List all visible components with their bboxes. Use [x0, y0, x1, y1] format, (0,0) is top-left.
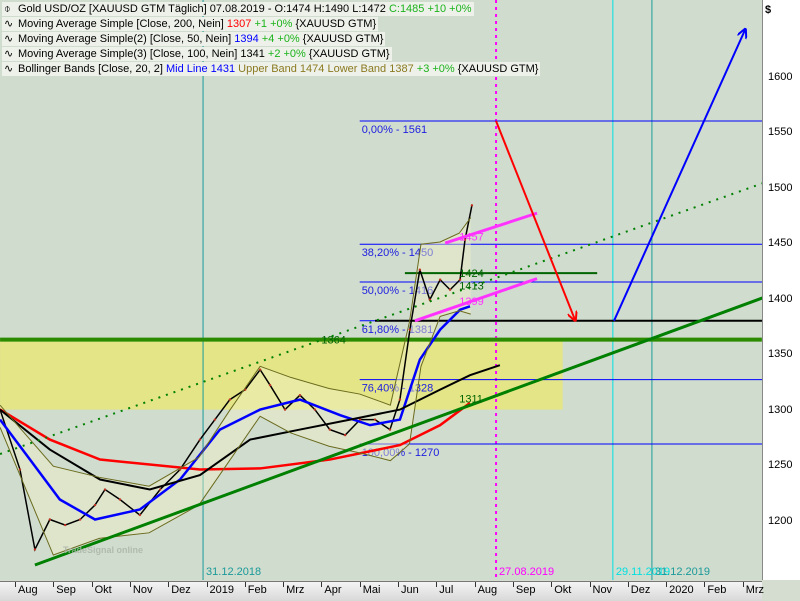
price-point — [448, 288, 452, 291]
y-tick-label: 1400 — [768, 292, 793, 305]
price-label: 1364 — [321, 335, 345, 347]
price-point — [343, 433, 347, 437]
price-point — [198, 438, 202, 441]
price-point — [328, 428, 332, 431]
vertical-line-label: 31.12.2019 — [655, 566, 710, 578]
price-point — [470, 204, 474, 207]
chart-canvas: 31.12.2018 27.08.2019 29.11.201931.12.2019… — [0, 0, 786, 580]
price-point — [228, 398, 232, 401]
y-tick-label: 1250 — [768, 459, 793, 472]
x-tick-label: Feb — [244, 582, 267, 596]
price-point — [78, 518, 82, 521]
x-tick-label: Jul — [436, 582, 454, 596]
price-point — [258, 368, 262, 371]
price-label: 1311 — [459, 394, 483, 406]
price-point — [268, 383, 272, 387]
x-tick-label: Sep — [512, 582, 536, 596]
price-point — [298, 393, 302, 397]
x-tick-label: Nov — [129, 582, 153, 596]
x-tick-label: Mai — [359, 582, 381, 596]
price-axis[interactable]: $ — [763, 0, 800, 580]
y-tick-label: 1350 — [768, 348, 793, 361]
y-tick-label: 1600 — [768, 70, 793, 83]
price-point — [93, 503, 97, 507]
price-point — [138, 513, 142, 517]
price-point — [118, 498, 122, 501]
price-point — [438, 278, 442, 281]
price-point — [18, 468, 22, 471]
price-point — [63, 523, 67, 527]
indicator-wave-icon: ∿ — [4, 48, 14, 60]
x-tick-label: Sep — [53, 582, 76, 596]
legend-ma50[interactable]: ∿ Moving Average Simple(2) [Close, 50, Ne… — [2, 32, 386, 46]
legend-ma200[interactable]: ∿ Moving Average Simple [Close, 200, Nein… — [2, 17, 379, 31]
price-point — [313, 408, 317, 411]
price-point — [103, 488, 107, 491]
vertical-line-label: 27.08.2019 — [499, 566, 554, 578]
x-tick-label: Okt — [551, 582, 572, 596]
legend-bollinger[interactable]: ∿ Bollinger Bands [Close, 20, 2] Mid Line… — [2, 62, 541, 76]
bar-chart-icon: ⌽ — [4, 3, 11, 15]
price-label: 1457 — [459, 231, 483, 243]
x-tick-label: Feb — [704, 582, 727, 596]
currency-label: $ — [765, 4, 772, 16]
price-point — [388, 428, 392, 431]
price-label: 1424 — [459, 268, 483, 280]
x-tick-label: Apr — [321, 582, 342, 596]
indicator-wave-icon: ∿ — [4, 18, 14, 30]
price-point — [418, 268, 422, 271]
x-tick-label: Mrz — [742, 582, 765, 596]
watermark-logo: TradeSignal online — [63, 545, 144, 555]
price-point — [398, 398, 402, 401]
x-tick-label: Dez — [168, 582, 191, 596]
price-point — [373, 418, 377, 421]
price-point — [48, 518, 52, 521]
indicator-wave-icon: ∿ — [4, 33, 14, 45]
y-tick-label: 1450 — [768, 237, 793, 250]
legend-ma100[interactable]: ∿ Moving Average Simple(3) [Close, 100, N… — [2, 47, 392, 61]
legend-price[interactable]: ⌽ Gold USD/OZ [XAUUSD GTM Täglich] 07.08.… — [2, 2, 474, 16]
fib-level-label: 0,00% - 1561 — [362, 124, 427, 136]
price-point — [158, 488, 162, 491]
y-tick-label: 1500 — [768, 181, 793, 194]
price-label: 1413 — [459, 280, 483, 292]
x-tick-label: Aug — [474, 582, 498, 596]
x-tick-label: Okt — [91, 582, 112, 596]
price-label: 1399 — [459, 296, 483, 308]
x-tick-label: Nov — [589, 582, 613, 596]
y-tick-label: 1300 — [768, 403, 793, 416]
x-tick-label: Mrz — [283, 582, 305, 596]
y-tick-label: 1200 — [768, 514, 793, 527]
x-tick-label: Dez — [627, 582, 651, 596]
x-tick-label: Jun — [398, 582, 419, 596]
arrow-up — [613, 30, 745, 322]
plot-area[interactable]: 31.12.2018 27.08.2019 29.11.2019 31.12.2019… — [0, 0, 786, 580]
vertical-line-label: 31.12.2018 — [206, 566, 261, 578]
x-tick-label: 2020 — [666, 582, 694, 596]
price-point — [408, 328, 412, 331]
chart-window: 31.12.2018 27.08.2019 29.11.2019 31.12.2019… — [0, 0, 800, 601]
indicator-wave-icon: ∿ — [4, 63, 14, 75]
x-tick-label: 2019 — [206, 582, 234, 596]
price-point — [283, 408, 287, 411]
x-tick-label: Aug — [15, 582, 38, 596]
y-tick-label: 1550 — [768, 126, 793, 139]
price-point — [213, 418, 217, 421]
